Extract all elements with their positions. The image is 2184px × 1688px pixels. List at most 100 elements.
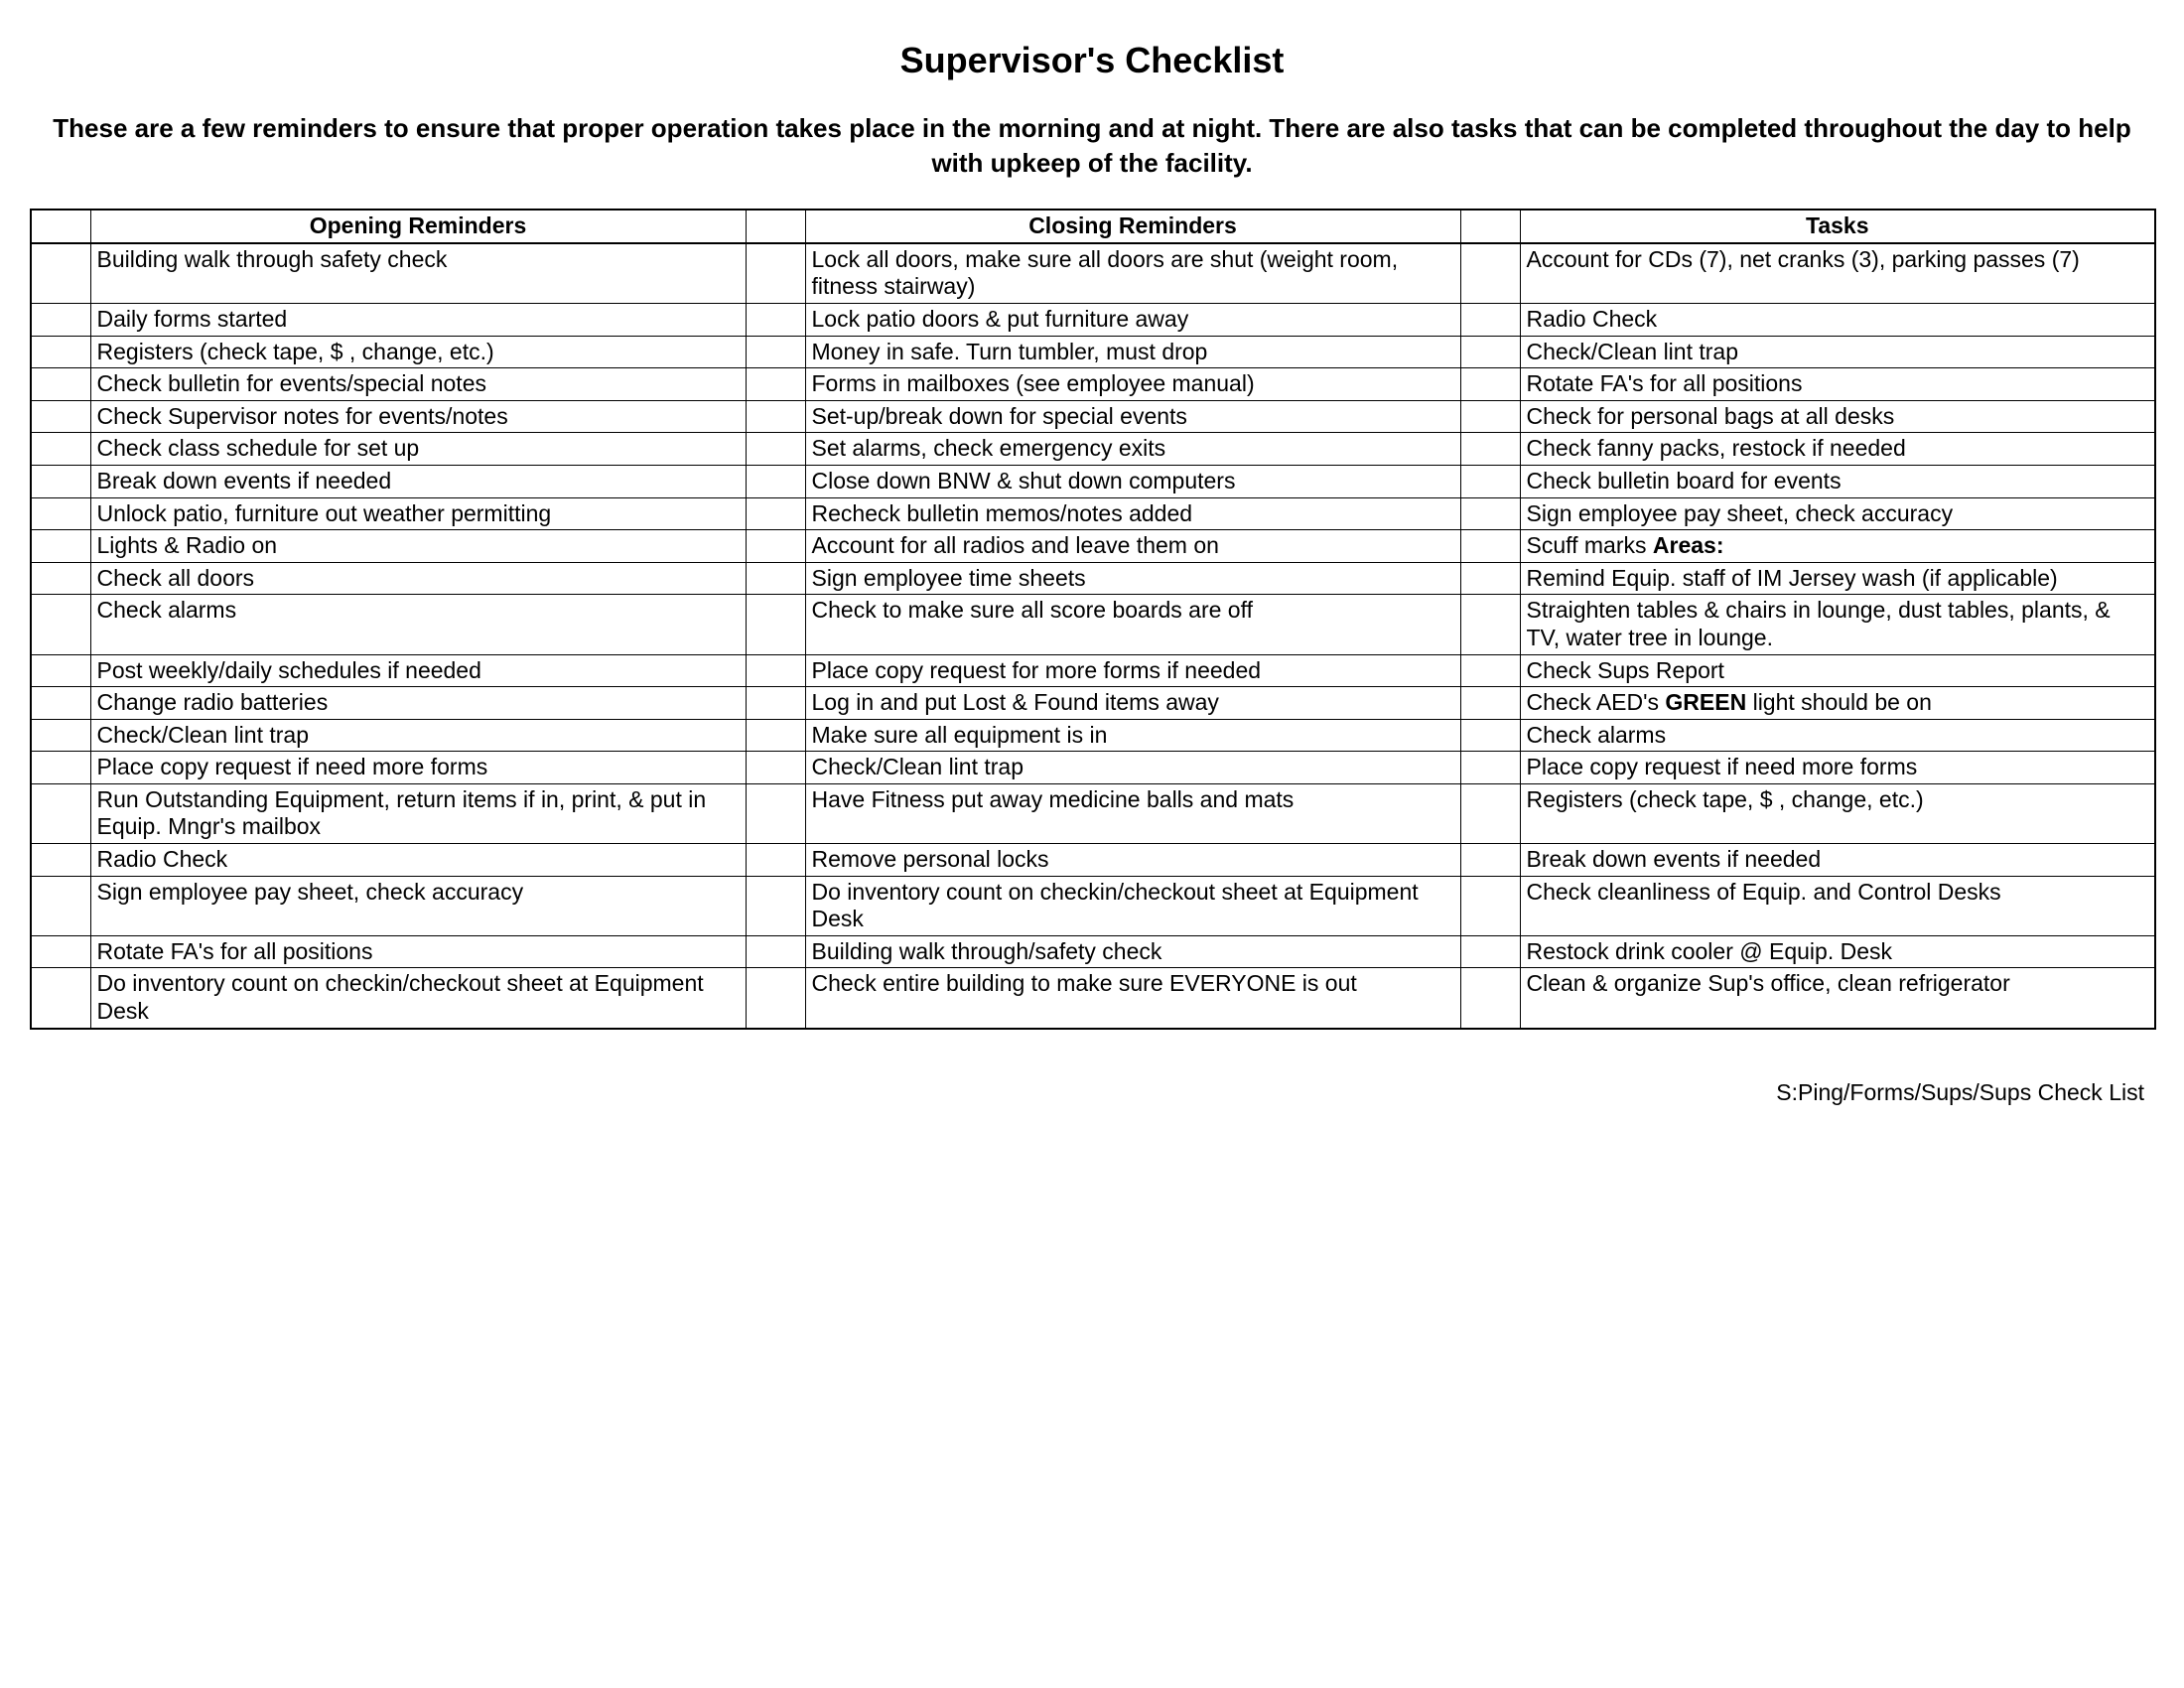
cell: Check Sups Report (1520, 654, 2155, 687)
table-row: Post weekly/daily schedules if needed Pla… (31, 654, 2155, 687)
lead-cell (746, 844, 805, 877)
lead-cell (1460, 336, 1520, 368)
lead-cell (746, 368, 805, 401)
lead-cell (31, 465, 90, 497)
cell: Straighten tables & chairs in lounge, du… (1520, 595, 2155, 654)
lead-cell (31, 433, 90, 466)
table-row: Rotate FA's for all positions Building wa… (31, 935, 2155, 968)
lead-cell (31, 783, 90, 843)
lead-cell (746, 530, 805, 563)
tasks-header: Tasks (1520, 210, 2155, 243)
cell: Break down events if needed (1520, 844, 2155, 877)
lead-cell (31, 368, 90, 401)
cell: Lock all doors, make sure all doors are … (805, 243, 1460, 304)
lead-cell (31, 400, 90, 433)
cell: Sign employee time sheets (805, 562, 1460, 595)
cell: Recheck bulletin memos/notes added (805, 497, 1460, 530)
lead-cell (746, 752, 805, 784)
lead-cell (1460, 935, 1520, 968)
page-title: Supervisor's Checklist (30, 40, 2154, 81)
table-row: Lights & Radio onAccount for all radios … (31, 530, 2155, 563)
cell: Daily forms started (90, 303, 746, 336)
cell: Check/Clean lint trap (90, 719, 746, 752)
cell: Registers (check tape, $ , change, etc.) (1520, 783, 2155, 843)
cell: Sign employee pay sheet, check accuracy (1520, 497, 2155, 530)
lead-cell (746, 687, 805, 720)
cell: Radio Check (1520, 303, 2155, 336)
table-row: Check Supervisor notes for events/notesS… (31, 400, 2155, 433)
table-row: Registers (check tape, $ , change, etc.)… (31, 336, 2155, 368)
lead-col-header (31, 210, 90, 243)
cell: Close down BNW & shut down computers (805, 465, 1460, 497)
lead-cell (1460, 530, 1520, 563)
table-row: Daily forms started Lock patio doors & pu… (31, 303, 2155, 336)
cell: Building walk through/safety check (805, 935, 1460, 968)
cell: Break down events if needed (90, 465, 746, 497)
cell: Place copy request if need more forms (1520, 752, 2155, 784)
lead-cell (746, 595, 805, 654)
cell: Check all doors (90, 562, 746, 595)
table-row: Do inventory count on checkin/checkout s… (31, 968, 2155, 1029)
cell: Remove personal locks (805, 844, 1460, 877)
cell: Check to make sure all score boards are … (805, 595, 1460, 654)
lead-cell (31, 562, 90, 595)
cell: Check/Clean lint trap (1520, 336, 2155, 368)
lead-cell (746, 243, 805, 304)
table-row: Change radio batteriesLog in and put Los… (31, 687, 2155, 720)
cell: Lights & Radio on (90, 530, 746, 563)
lead-cell (1460, 687, 1520, 720)
lead-col-header (746, 210, 805, 243)
lead-cell (1460, 562, 1520, 595)
cell: Check for personal bags at all desks (1520, 400, 2155, 433)
cell: Radio Check (90, 844, 746, 877)
cell: Set alarms, check emergency exits (805, 433, 1460, 466)
cell: Check class schedule for set up (90, 433, 746, 466)
footer-path: S:Ping/Forms/Sups/Sups Check List (30, 1079, 2154, 1106)
cell: Rotate FA's for all positions (90, 935, 746, 968)
cell: Unlock patio, furniture out weather perm… (90, 497, 746, 530)
cell: Remind Equip. staff of IM Jersey wash (i… (1520, 562, 2155, 595)
lead-cell (746, 400, 805, 433)
lead-cell (31, 687, 90, 720)
cell: Check/Clean lint trap (805, 752, 1460, 784)
table-row: Radio Check Remove personal locks Break do… (31, 844, 2155, 877)
lead-cell (31, 752, 90, 784)
lead-cell (746, 783, 805, 843)
cell: Money in safe. Turn tumbler, must drop (805, 336, 1460, 368)
lead-col-header (1460, 210, 1520, 243)
cell: Check alarms (1520, 719, 2155, 752)
cell: Lock patio doors & put furniture away (805, 303, 1460, 336)
lead-cell (746, 433, 805, 466)
cell: Log in and put Lost & Found items away (805, 687, 1460, 720)
cell: Registers (check tape, $ , change, etc.) (90, 336, 746, 368)
lead-cell (31, 935, 90, 968)
table-row: Break down events if needed Close down BN… (31, 465, 2155, 497)
table-row: Unlock patio, furniture out weather perm… (31, 497, 2155, 530)
lead-cell (31, 243, 90, 304)
lead-cell (1460, 844, 1520, 877)
cell: Have Fitness put away medicine balls and… (805, 783, 1460, 843)
lead-cell (31, 654, 90, 687)
lead-cell (746, 876, 805, 935)
cell: Check AED's GREEN light should be on (1520, 687, 2155, 720)
lead-cell (31, 968, 90, 1029)
lead-cell (31, 530, 90, 563)
cell: Place copy request for more forms if nee… (805, 654, 1460, 687)
lead-cell (1460, 497, 1520, 530)
cell: Set-up/break down for special events (805, 400, 1460, 433)
lead-cell (746, 303, 805, 336)
table-row: Check bulletin for events/special notesF… (31, 368, 2155, 401)
lead-cell (1460, 400, 1520, 433)
lead-cell (1460, 595, 1520, 654)
table-row: Place copy request if need more forms Che… (31, 752, 2155, 784)
cell: Scuff marks Areas: (1520, 530, 2155, 563)
table-row: Building walk through safety checkLock a… (31, 243, 2155, 304)
lead-cell (1460, 303, 1520, 336)
cell: Post weekly/daily schedules if needed (90, 654, 746, 687)
lead-cell (746, 465, 805, 497)
cell: Restock drink cooler @ Equip. Desk (1520, 935, 2155, 968)
lead-cell (1460, 465, 1520, 497)
lead-cell (1460, 654, 1520, 687)
cell: Make sure all equipment is in (805, 719, 1460, 752)
lead-cell (746, 968, 805, 1029)
